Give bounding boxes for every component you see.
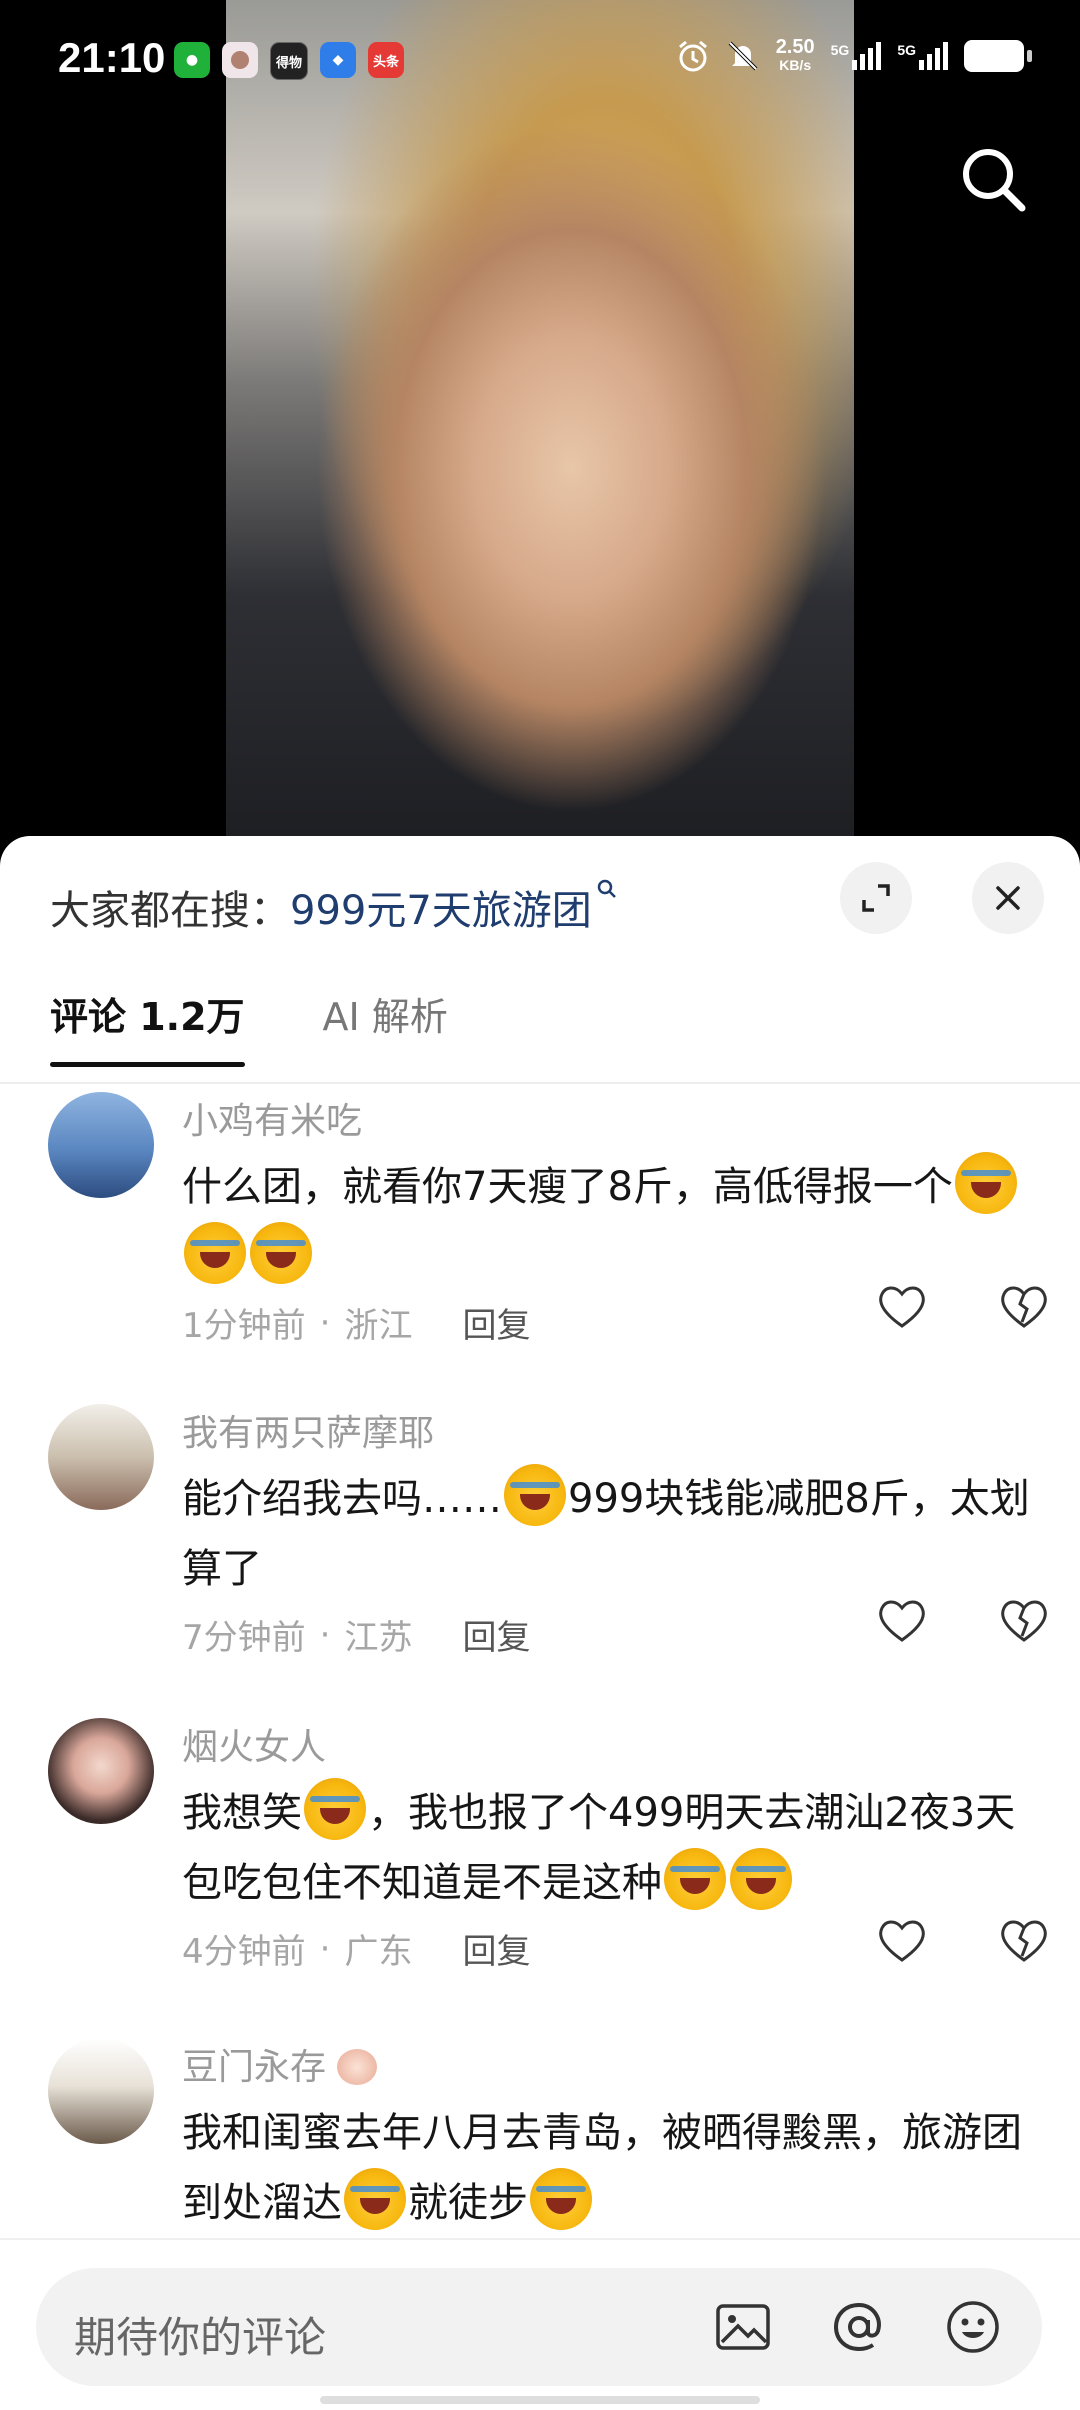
search-suggestion[interactable]: 大家都在搜：999元7天旅游团 [50,878,618,936]
search-suggestion-prefix: 大家都在搜： [50,888,290,934]
reply-button[interactable]: 回复 [462,1924,530,1973]
like-heart-icon[interactable] [872,1276,932,1336]
laughing-tears-emoji-icon [504,1464,566,1526]
comment-region: 浙江 [344,1306,413,1346]
laughing-tears-emoji-icon [954,1152,1017,1214]
comment-item: 小鸡有米吃 什么团，就看你7天瘦了8斤，高低得报一个 1分钟前 · 浙江 回复 [0,1084,1080,1396]
dislike-broken-heart-icon[interactable] [994,1910,1054,1970]
comment-username[interactable]: 烟火女人 [182,1718,1040,1770]
laughing-tears-emoji-icon [664,1848,726,1910]
network-speed-unit: KB/s [779,57,812,73]
avatar[interactable] [48,1404,154,1510]
home-indicator[interactable] [320,2396,760,2404]
reply-button[interactable]: 回复 [462,1298,530,1347]
comment-item: 我有两只萨摩耶 能介绍我去吗…… 999块钱能减肥8斤，太划算了 7分钟前 · 江… [0,1396,1080,1710]
toutiao-icon: 头条 [368,42,404,78]
tab-ai-analysis[interactable]: AI 解析 [323,986,448,1067]
avatar-app-icon [222,42,258,78]
battery-icon [964,40,1032,72]
comment-input-placeholder: 期待你的评论 [74,2313,327,2362]
dislike-broken-heart-icon[interactable] [994,1590,1054,1650]
comment-text: 我和闺蜜去年八月去青岛，被晒得黢黑，旅游团到处溜达 就徒步 [182,2098,1040,2238]
sheet-tabs: 评论 1.2万 AI 解析 [50,986,448,1067]
laughing-tears-emoji-icon [530,2168,592,2230]
comment-username[interactable]: 我有两只萨摩耶 [182,1404,1040,1456]
tab-comments[interactable]: 评论 1.2万 [50,986,245,1067]
comment-region: 广东 [344,1932,413,1972]
network-speed-value: 2.50 [775,36,815,58]
avatar[interactable] [48,1718,154,1824]
comment-body: 豆门永存 我和闺蜜去年八月去青岛，被晒得黢黑，旅游团到处溜达 就徒步 [182,2038,1040,2238]
mute-bell-icon [728,41,758,71]
comments-sheet: 大家都在搜：999元7天旅游团 评论 1.2万 AI 解析 小鸡有米吃 什么团，… [0,836,1080,2408]
comment-item: 豆门永存 我和闺蜜去年八月去青岛，被晒得黢黑，旅游团到处溜达 就徒步 [0,2030,1080,2260]
meta-separator: · [319,1928,331,1969]
comment-text-part: 能介绍我去吗…… [182,1476,502,1522]
laughing-tears-emoji-icon [184,1222,246,1284]
like-heart-icon[interactable] [872,1590,932,1650]
comment-text-content: 什么团，就看你7天瘦了8斤，高低得报一个 [182,1164,953,1210]
comment-time: 4分钟前 [182,1932,306,1972]
comment-username[interactable]: 豆门永存 [182,2038,1040,2090]
comment-text: 什么团，就看你7天瘦了8斤，高低得报一个 [182,1152,1040,1292]
search-icon[interactable] [954,140,1034,220]
alarm-icon [678,40,707,72]
hamster-emoji-icon [337,2049,378,2085]
signal-2: 5G [897,42,948,70]
avatar[interactable] [48,1092,154,1198]
expand-button[interactable] [840,862,912,934]
laughing-tears-emoji-icon [730,1848,792,1910]
laughing-tears-emoji-icon [344,2168,406,2230]
close-icon [996,886,1020,910]
dewu-icon: 得物 [270,42,308,80]
comment-input[interactable]: 期待你的评论 [36,2268,1042,2386]
comment-list: 小鸡有米吃 什么团，就看你7天瘦了8斤，高低得报一个 1分钟前 · 浙江 回复 … [0,1084,1080,2260]
signal-2-label: 5G [897,42,916,58]
sheet-header: 大家都在搜：999元7天旅游团 评论 1.2万 AI 解析 [0,836,1080,1076]
network-speed: 2.50 KB/s [775,36,815,74]
meta-separator: · [319,1302,331,1343]
comment-item: 烟火女人 我想笑 ，我也报了个499明天去潮汕2夜3天包吃包住不知道是不是这种 4… [0,1710,1080,2030]
like-heart-icon[interactable] [872,1910,932,1970]
search-suggestion-term[interactable]: 999元7天旅游团 [290,888,592,934]
close-button[interactable] [972,862,1044,934]
small-search-icon [597,879,616,898]
comment-time: 1分钟前 [182,1306,306,1346]
reply-button[interactable]: 回复 [462,1610,530,1659]
wechat-icon: ● [174,42,210,78]
comment-text-part: 就徒步 [408,2180,528,2226]
signal-1-label: 5G [830,42,850,58]
comment-text: 我想笑 ，我也报了个499明天去潮汕2夜3天包吃包住不知道是不是这种 [182,1778,1040,1918]
mention-at-icon[interactable] [826,2294,892,2360]
comment-text-part: 我想笑 [182,1790,302,1836]
meta-separator: · [319,1614,331,1655]
comment-text: 能介绍我去吗…… 999块钱能减肥8斤，太划算了 [182,1464,1040,1604]
dislike-broken-heart-icon[interactable] [994,1276,1054,1336]
comment-username[interactable]: 小鸡有米吃 [182,1092,1040,1144]
maps-icon: ◆ [320,42,356,78]
comment-text-part: 我和闺蜜去年八月去青岛，被晒得黢黑，旅游团到处溜达 [182,2110,1022,2226]
status-right-group: 2.50 KB/s 5G 5G [676,36,1032,74]
comment-input-bar: 期待你的评论 [0,2238,1080,2410]
expand-icon [862,884,890,912]
status-bar: 21:10 ● 得物 ◆ 头条 2.50 KB/s 5G 5G [0,0,1080,120]
status-app-icons: ● 得物 ◆ 头条 [174,42,404,80]
signal-1: 5G [831,42,882,70]
video-player[interactable] [0,0,1080,850]
comment-username-text: 豆门永存 [182,2047,327,2088]
laughing-tears-emoji-icon [250,1222,312,1284]
video-frame [226,0,854,850]
emoji-face-icon[interactable] [940,2294,1006,2360]
avatar[interactable] [48,2038,154,2144]
comment-region: 江苏 [344,1618,413,1658]
image-icon[interactable] [710,2294,776,2360]
status-time: 21:10 [58,34,166,81]
comment-time: 7分钟前 [182,1618,306,1658]
laughing-tears-emoji-icon [304,1778,366,1840]
